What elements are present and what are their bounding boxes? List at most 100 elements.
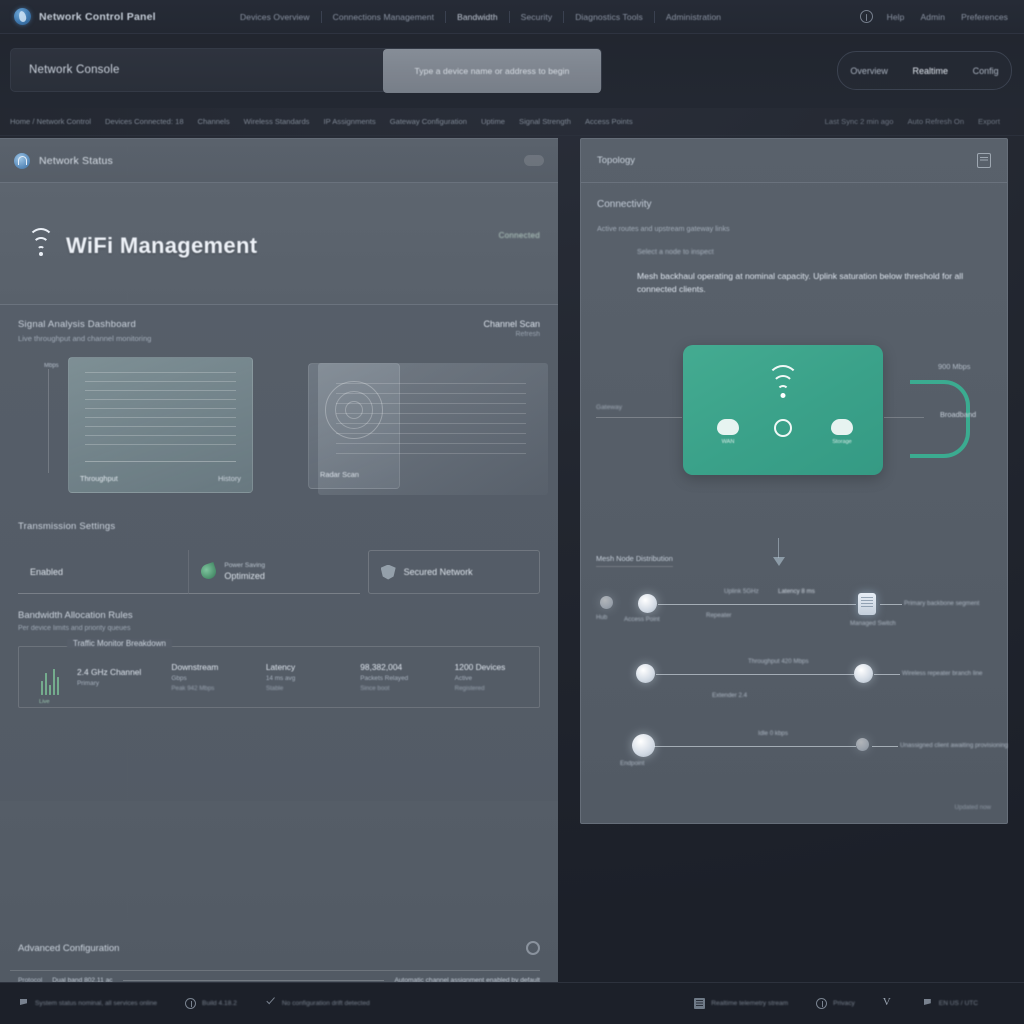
wifi-signal-icon [766,365,800,399]
node-repeater-icon[interactable] [854,664,873,683]
hero-main: WiFi Management [28,228,257,259]
search-input[interactable]: Network Console Type a device name or ad… [10,48,602,93]
breadcrumb-item-signal[interactable]: Signal Strength [519,117,585,126]
node-idle-icon[interactable] [856,738,869,751]
view-mode-segmented-control[interactable]: Overview Realtime Config [837,51,1012,90]
breadcrumb-item-channels[interactable]: Channels [198,117,244,126]
throughput-chart-card[interactable]: Throughput History [68,357,253,493]
left-panel-title: Network Status [39,154,113,167]
sparkline-icon [41,661,63,695]
footer-item-build[interactable]: Build 4.18.2 [185,998,237,1009]
segment-realtime[interactable]: Realtime [912,66,948,76]
tile-power-saving[interactable]: Power Saving Optimized [188,550,360,594]
footer-item-version[interactable] [883,996,894,1009]
nav-item-bandwidth[interactable]: Bandwidth [446,12,509,22]
gateway-lead-line [596,417,682,418]
footer-bar: System status nominal, all services onli… [0,982,1024,1024]
breadcrumb-item-gateway[interactable]: Gateway Configuration [390,117,481,126]
device-row-3-link-label: Idle 0 kbps [758,730,788,737]
hero-status-badge: Connected [498,231,540,240]
refresh-button[interactable]: Refresh [483,331,540,338]
stat-channel: 2.4 GHz Channel Primary [67,667,161,687]
ring-icon [774,419,792,437]
device-row-3[interactable]: Endpoint Idle 0 kbps Unassigned client a… [596,722,1012,786]
nav-item-administration[interactable]: Administration [655,12,732,22]
tile-power-saving-caption: Power Saving [224,562,266,569]
footer-item-privacy[interactable]: Privacy [816,998,855,1009]
stat-devices: 1200 Devices Active Registered [445,662,539,692]
gear-icon[interactable] [526,941,540,955]
breadcrumb-item-uptime[interactable]: Uptime [481,117,519,126]
stat-devices-key2: Registered [454,685,485,692]
nav-item-diagnostics[interactable]: Diagnostics Tools [564,12,654,22]
router-device-center[interactable] [774,419,792,441]
router-device-storage[interactable]: Storage [831,419,853,445]
left-panel-header: Network Status [0,139,558,183]
stat-packets-key2: Since boot [360,685,390,692]
device-row-2-link [656,674,854,675]
downstream-arrow-icon [773,538,785,566]
breadcrumb-auto-refresh[interactable]: Auto Refresh On [907,117,978,126]
report-icon[interactable] [977,153,991,168]
breadcrumb-item-standards[interactable]: Wireless Standards [244,117,324,126]
transmission-tiles: Enabled Power Saving Optimized Secured N… [18,550,540,594]
info-icon[interactable] [859,10,873,23]
nav-help-label[interactable]: Help [885,12,907,22]
node-access-point-icon[interactable] [638,594,657,613]
nav-item-devices[interactable]: Devices Overview [229,12,321,22]
right-panel-header: Topology [581,139,1007,183]
breadcrumb-item-ip[interactable]: IP Assignments [323,117,389,126]
traffic-stats-panel: Traffic Monitor Breakdown Live 2.4 GHz C… [18,639,540,708]
section-title-group: Signal Analysis Dashboard Live throughpu… [18,319,151,343]
pin-icon [18,998,29,1009]
segment-overview[interactable]: Overview [850,66,888,76]
advanced-config-section: Advanced Configuration Protocol Dual ban… [0,801,558,983]
breadcrumb-item-access-points[interactable]: Access Points [585,117,647,126]
segment-config[interactable]: Config [973,66,999,76]
stat-channel-value: 2.4 GHz Channel [77,667,142,677]
tile-power-saving-label: Optimized [224,571,265,581]
footer-item-telemetry[interactable]: Realtime telemetry stream [694,998,788,1009]
nav-settings-label[interactable]: Preferences [959,12,1010,22]
breadcrumb-item-devices[interactable]: Devices Connected: 18 [105,117,198,126]
tile-enabled[interactable]: Enabled [18,550,189,594]
router-card[interactable]: WAN Storage [683,345,883,475]
footer-item-status[interactable]: System status nominal, all services onli… [18,998,157,1009]
nav-item-connections[interactable]: Connections Management [322,12,445,22]
nav-account-label[interactable]: Admin [918,12,947,22]
breadcrumb-export[interactable]: Export [978,117,1014,126]
footer-drift-label: No configuration drift detected [281,1000,370,1007]
breadcrumb-item-home[interactable]: Home / Network Control [10,117,105,126]
breadcrumb-last-sync: Last Sync 2 min ago [824,117,894,126]
left-panel-toggle[interactable] [524,155,544,166]
grid-icon [694,998,706,1009]
nav-items: Devices Overview Connections Management … [229,10,860,23]
mesh-nodes-heading: Mesh Node Distribution [596,554,673,567]
switch-icon[interactable] [858,593,876,615]
nav-item-security[interactable]: Security [510,12,564,22]
node-client-icon[interactable] [636,664,655,683]
stat-downstream: Downstream Gbps Peak 942 Mbps [161,662,255,692]
node-endpoint-icon[interactable] [632,734,655,757]
divider [10,970,540,971]
secondary-chart-overlay [318,363,548,495]
advanced-config-heading: Advanced Configuration [18,943,120,954]
channel-scan-button[interactable]: Channel Scan [483,319,540,329]
router-device-wan[interactable]: WAN [717,419,739,445]
device-row-1[interactable]: Hub Access Point Uplink 5GHz Latency 8 m… [596,580,1012,644]
config-rule-line [122,980,385,981]
device-row-3-right-label: Unassigned client awaiting provisioning [900,742,1009,749]
device-row-3-link [654,746,856,747]
tile-secured-network[interactable]: Secured Network [367,550,540,594]
device-row-2[interactable]: Extender 2.4 Throughput 420 Mbps Wireles… [596,650,1012,714]
connectivity-paragraph: Active routes and upstream gateway links [597,224,730,233]
brand[interactable]: Network Control Panel [14,8,229,25]
footer-item-locale[interactable]: EN US / UTC [922,998,978,1009]
device-row-1-node-label: Access Point [624,616,660,623]
device-row-1-link-label-a: Uplink 5GHz [724,588,759,595]
right-panel-updated-note: Updated now [954,804,991,811]
search-suggestion-chip[interactable]: Type a device name or address to begin [383,49,601,93]
leaf-icon [199,562,219,581]
device-row-3-node-label: Endpoint [620,760,645,767]
footer-item-drift[interactable]: No configuration drift detected [265,998,370,1009]
